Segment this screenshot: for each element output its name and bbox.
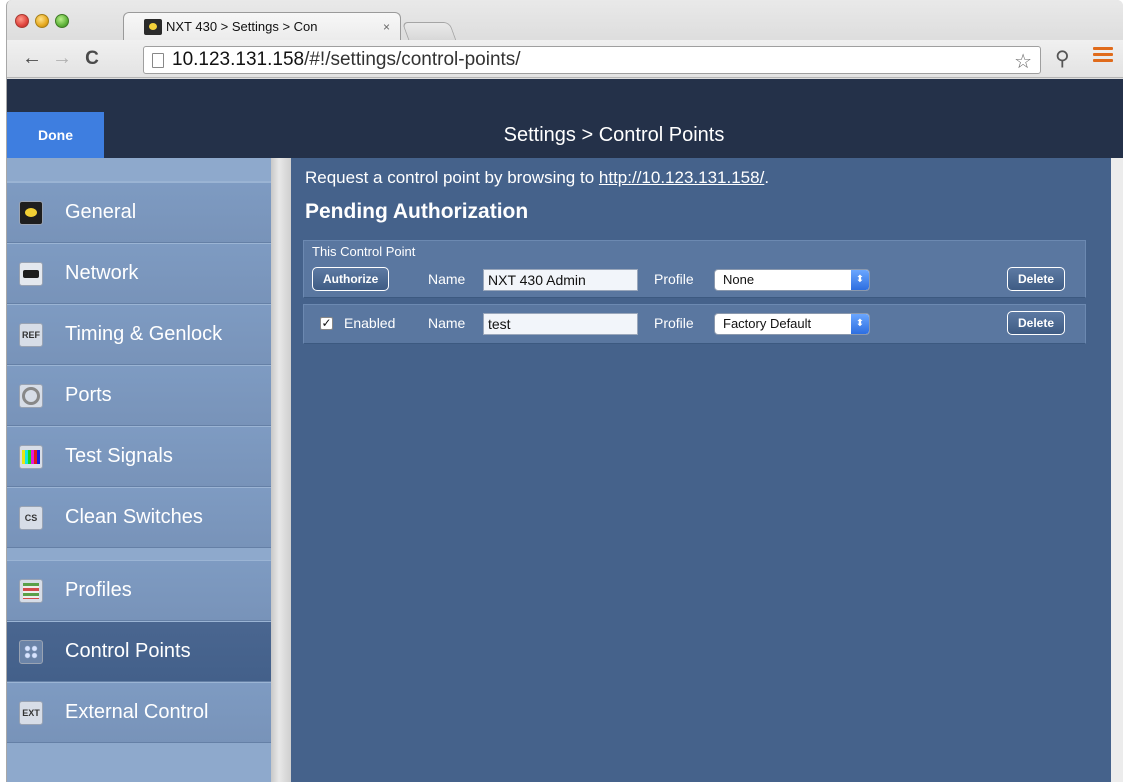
sidebar-item-general[interactable]: General	[7, 182, 271, 243]
minimize-window-button[interactable]	[35, 14, 49, 28]
close-window-button[interactable]	[15, 14, 29, 28]
sidebar-divider[interactable]	[271, 158, 291, 782]
zoom-window-button[interactable]	[55, 14, 69, 28]
page-icon	[152, 52, 164, 68]
name-label: Name	[428, 271, 466, 287]
settings-sidebar: General Network REF Timing & Genlock Por…	[7, 158, 271, 782]
sidebar-item-label: Timing & Genlock	[65, 323, 223, 345]
app-area: Done Settings > Control Points General N…	[7, 79, 1123, 782]
control-point-row: This Control Point Authorize Name Profil…	[303, 240, 1086, 298]
control-point-row: ✓ Enabled Name Profile Factory Default ⬍…	[303, 304, 1086, 344]
browser-tab[interactable]: NXT 430 > Settings > Con ×	[123, 12, 401, 40]
sidebar-item-label: Network	[65, 262, 139, 284]
network-icon	[19, 261, 43, 286]
general-icon	[19, 200, 43, 225]
sidebar-item-label: Clean Switches	[65, 506, 203, 528]
bookmark-star-icon[interactable]: ☆	[1014, 49, 1032, 74]
menu-icon[interactable]	[1093, 47, 1113, 63]
request-instructions: Request a control point by browsing to h…	[305, 168, 770, 187]
clean-switches-icon: CS	[19, 505, 43, 530]
enabled-checkbox[interactable]: ✓	[320, 317, 333, 330]
nxt-favicon-icon	[144, 18, 162, 35]
profile-label: Profile	[654, 315, 694, 331]
sidebar-item-test-signals[interactable]: Test Signals	[7, 426, 271, 487]
sidebar-item-clean-switches[interactable]: CS Clean Switches	[7, 487, 271, 548]
wrench-icon[interactable]: ⚲	[1055, 46, 1070, 71]
control-points-icon	[19, 639, 43, 664]
page-title: Settings > Control Points	[503, 124, 725, 146]
select-arrows-icon: ⬍	[851, 270, 869, 290]
sidebar-item-external-control[interactable]: EXT External Control	[7, 682, 271, 743]
sidebar-item-ports[interactable]: Ports	[7, 365, 271, 426]
delete-button[interactable]: Delete	[1007, 267, 1066, 291]
sidebar-item-label: Test Signals	[65, 445, 173, 467]
test-signals-icon	[19, 444, 43, 469]
timing-genlock-icon: REF	[19, 322, 43, 347]
delete-button[interactable]: Delete	[1007, 311, 1066, 335]
address-bar[interactable]: 10.123.131.158/#!/settings/control-point…	[143, 46, 1041, 74]
ports-icon	[19, 383, 43, 408]
authorize-button[interactable]: Authorize	[312, 267, 390, 291]
sidebar-item-label: Control Points	[65, 640, 191, 662]
sidebar-item-profiles[interactable]: Profiles	[7, 560, 271, 621]
sidebar-item-label: External Control	[65, 701, 209, 723]
profile-label: Profile	[654, 271, 694, 287]
pending-authorization-heading: Pending Authorization	[305, 200, 529, 223]
tab-title: NXT 430 > Settings > Con	[166, 19, 318, 34]
name-label: Name	[428, 315, 466, 331]
name-field[interactable]	[483, 269, 638, 291]
url-text[interactable]: 10.123.131.158/#!/settings/control-point…	[172, 49, 521, 71]
profiles-icon	[19, 578, 43, 603]
sidebar-item-timing-genlock[interactable]: REF Timing & Genlock	[7, 304, 271, 365]
new-tab-button[interactable]	[401, 22, 457, 40]
profile-select[interactable]: None ⬍	[714, 269, 870, 291]
browser-toolbar: ← → C 10.123.131.158/#!/settings/control…	[7, 40, 1123, 78]
enabled-label: Enabled	[344, 315, 396, 331]
sidebar-item-control-points[interactable]: Control Points	[7, 621, 271, 682]
control-point-link[interactable]: http://10.123.131.158/	[599, 168, 764, 187]
forward-icon[interactable]: →	[47, 47, 77, 70]
scrollbar-track[interactable]	[1111, 158, 1123, 782]
profile-select[interactable]: Factory Default ⬍	[714, 313, 870, 335]
done-button[interactable]: Done	[7, 112, 104, 158]
browser-window: NXT 430 > Settings > Con × ← → C 10.123.…	[6, 0, 1123, 782]
sidebar-item-label: Profiles	[65, 579, 132, 601]
close-tab-icon[interactable]: ×	[383, 20, 390, 34]
select-arrows-icon: ⬍	[851, 314, 869, 334]
external-control-icon: EXT	[19, 700, 43, 725]
main-panel: Request a control point by browsing to h…	[291, 158, 1111, 782]
sidebar-item-network[interactable]: Network	[7, 243, 271, 304]
sidebar-item-label: General	[65, 201, 137, 223]
row-caption: This Control Point	[312, 244, 416, 259]
reload-icon[interactable]: C	[77, 48, 107, 70]
sidebar-item-label: Ports	[65, 384, 112, 406]
back-icon[interactable]: ←	[17, 47, 47, 70]
name-field[interactable]	[483, 313, 638, 335]
